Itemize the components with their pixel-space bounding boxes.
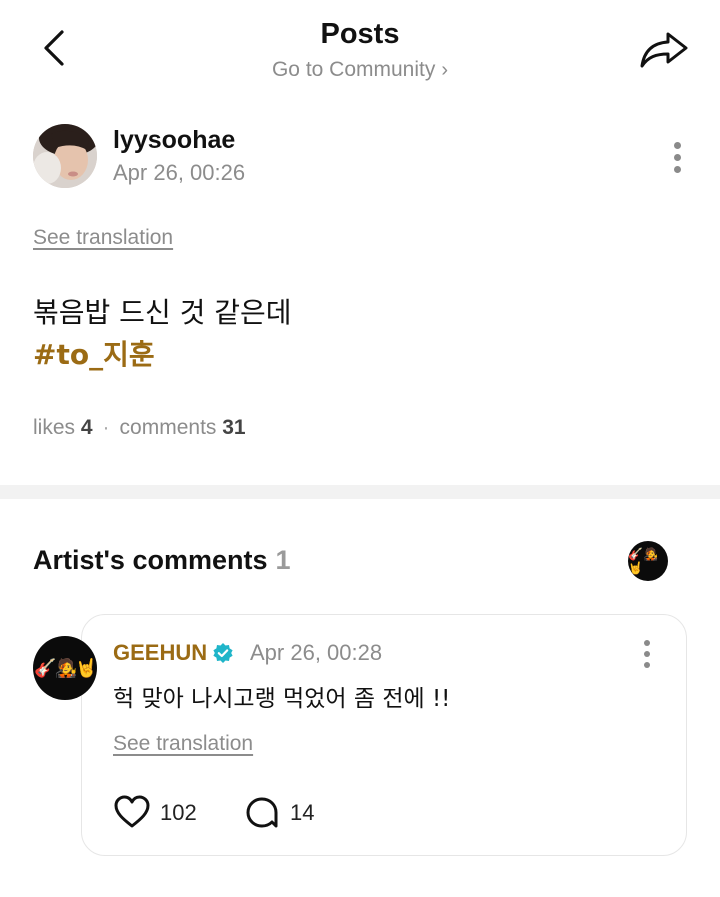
artist-comments-title: Artist's comments <box>33 545 268 575</box>
more-dot <box>674 166 681 173</box>
chevron-right-icon: › <box>441 59 449 81</box>
author-avatar[interactable] <box>33 124 97 188</box>
artist-comments-count: 1 <box>275 545 291 575</box>
section-divider <box>0 485 720 499</box>
comment-see-translation-link[interactable]: See translation <box>113 732 253 756</box>
avatar-photo <box>33 124 97 188</box>
post-date: Apr 26, 00:26 <box>113 160 246 185</box>
post-hashtag[interactable]: #to_지훈 <box>33 334 155 376</box>
more-dot <box>644 662 650 668</box>
go-to-community-link[interactable]: Go to Community › <box>0 58 720 82</box>
more-dot <box>674 154 681 161</box>
likes-count: 4 <box>80 416 93 439</box>
comment-more-button[interactable] <box>636 636 660 672</box>
post-body-text: 볶음밥 드신 것 같은데 <box>33 296 292 329</box>
heart-icon <box>114 795 150 828</box>
artist-name[interactable]: GEEHUN <box>113 640 207 666</box>
top-app-bar: Posts Go to Community › <box>0 0 720 100</box>
artist-comments-heading: Artist's comments 1 <box>33 545 291 576</box>
go-to-community-label: Go to Community <box>271 58 436 81</box>
post-stats: likes 4 · comments 31 <box>33 416 246 440</box>
comments-label[interactable]: comments <box>120 416 217 439</box>
speech-bubble-icon <box>246 797 278 828</box>
reply-count: 14 <box>290 800 315 825</box>
share-icon <box>640 32 688 68</box>
more-dot <box>644 651 650 657</box>
like-button[interactable] <box>113 794 151 830</box>
like-count: 102 <box>160 800 197 825</box>
artist-avatar[interactable]: 🎸🧑‍🎤🤘 <box>33 636 98 700</box>
comment-date: Apr 26, 00:28 <box>250 640 383 665</box>
artist-avatar-small[interactable]: 🎸🧑‍🎤🤘 <box>628 541 668 581</box>
more-dot <box>674 142 681 149</box>
more-dot <box>644 640 650 646</box>
share-button[interactable] <box>636 24 692 74</box>
comments-count[interactable]: 31 <box>222 416 245 439</box>
post-see-translation-link[interactable]: See translation <box>33 226 173 250</box>
comment-text: 헉 맞아 나시고랭 먹었어 좀 전에 !! <box>113 686 451 712</box>
stats-separator: · <box>102 416 110 439</box>
page-title: Posts <box>320 18 400 50</box>
post-more-button[interactable] <box>664 138 692 178</box>
likes-label: likes <box>33 416 76 439</box>
author-name[interactable]: lyysoohae <box>113 126 235 155</box>
reply-button[interactable] <box>244 795 280 831</box>
verified-badge-icon <box>213 643 233 663</box>
